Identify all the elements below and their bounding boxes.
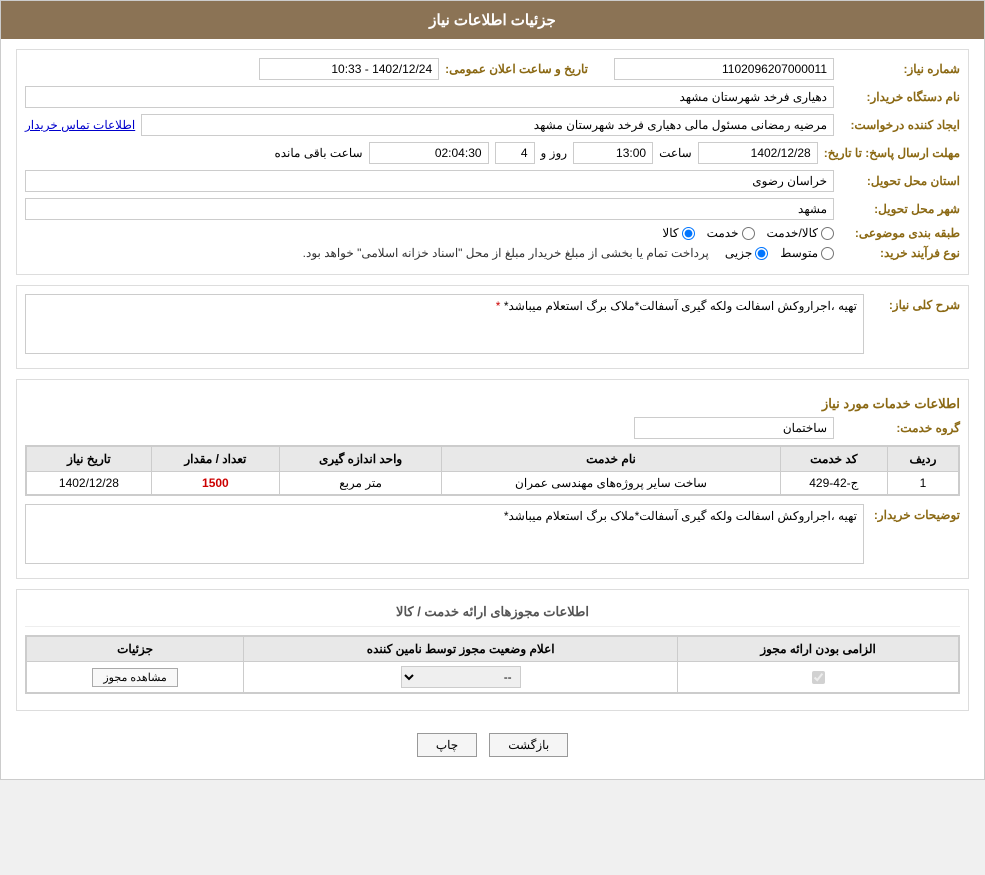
radio-kala-khadamat-input[interactable] [821, 227, 834, 240]
back-button[interactable]: بازگشت [489, 733, 568, 757]
licenses-title: اطلاعات مجوزهای ارائه خدمت / کالا [25, 598, 960, 627]
creator-value: مرضیه رمضانی مسئول مالی دهیاری فرخد شهرس… [141, 114, 834, 136]
row-creator: ایجاد کننده درخواست: مرضیه رمضانی مسئول … [25, 114, 960, 136]
col-status: اعلام وضعیت مجوز توسط نامین کننده [244, 637, 678, 662]
buyer-desc-content: تهیه ،اجراروکش اسفالت ولکه گیری آسفالت*م… [25, 504, 864, 564]
group-value: ساختمان [634, 417, 834, 439]
radio-jozi[interactable]: جزیی [725, 246, 768, 260]
row-deadline: مهلت ارسال پاسخ: تا تاریخ: 1402/12/28 سا… [25, 142, 960, 164]
row-category: طبقه بندی موضوعی: کالا/خدمت خدمت کالا [25, 226, 960, 240]
row-code: ج-42-429 [780, 472, 887, 495]
remaining-label: ساعت باقی مانده [274, 146, 362, 160]
services-table: ردیف کد خدمت نام خدمت واحد اندازه گیری ت… [26, 446, 959, 495]
creator-label: ایجاد کننده درخواست: [840, 118, 960, 132]
radio-kala[interactable]: کالا [662, 226, 694, 240]
col-num: ردیف [887, 447, 958, 472]
licenses-table: الزامی بودن ارائه مجوز اعلام وضعیت مجوز … [26, 636, 959, 693]
purchase-note: پرداخت تمام یا بخشی از مبلغ خریدار مبلغ … [303, 246, 709, 260]
buyer-org-label: نام دستگاه خریدار: [840, 90, 960, 104]
days-label: روز و [541, 146, 568, 160]
view-license-button[interactable]: مشاهده مجوز [92, 668, 177, 687]
city-label: شهر محل تحویل: [840, 202, 960, 216]
main-info-section: شماره نیاز: 1102096207000011 تاریخ و ساع… [16, 49, 969, 275]
need-number-label: شماره نیاز: [840, 62, 960, 76]
radio-motawaset-input[interactable] [821, 247, 834, 260]
col-required: الزامی بودن ارائه مجوز [678, 637, 959, 662]
col-date: تاریخ نیاز [27, 447, 152, 472]
radio-khadamat-input[interactable] [742, 227, 755, 240]
row-unit: متر مربع [279, 472, 441, 495]
province-label: استان محل تحویل: [840, 174, 960, 188]
row-service-name: ساخت سایر پروژه‌های مهندسی عمران [442, 472, 780, 495]
required-checkbox-cell [686, 671, 950, 684]
province-value: خراسان رضوی [25, 170, 834, 192]
city-value: مشهد [25, 198, 834, 220]
status-select[interactable]: -- [401, 666, 521, 688]
group-service-row: گروه خدمت: ساختمان [25, 417, 960, 439]
contact-link[interactable]: اطلاعات تماس خریدار [25, 118, 135, 132]
col-details: جزئیات [27, 637, 244, 662]
licenses-section: اطلاعات مجوزهای ارائه خدمت / کالا الزامی… [16, 589, 969, 711]
buyer-desc-row: توضیحات خریدار: تهیه ،اجراروکش اسفالت ول… [25, 504, 960, 564]
row-date: 1402/12/28 [27, 472, 152, 495]
deadline-label: مهلت ارسال پاسخ: تا تاریخ: [824, 146, 960, 160]
footer-buttons: بازگشت چاپ [16, 721, 969, 769]
date-label: تاریخ و ساعت اعلان عمومی: [445, 62, 588, 76]
main-content: AnaT ender.net شماره نیاز: 1102096207000… [1, 39, 984, 779]
radio-motawaset[interactable]: متوسط [780, 246, 834, 260]
header-title: جزئیات اطلاعات نیاز [429, 12, 556, 29]
row-num: 1 [887, 472, 958, 495]
row-quantity: 1500 [151, 472, 279, 495]
need-desc-section: شرح کلی نیاز: تهیه ،اجراروکش اسفالت ولکه… [16, 285, 969, 369]
col-qty: تعداد / مقدار [151, 447, 279, 472]
radio-khadamat[interactable]: خدمت [707, 226, 755, 240]
licenses-table-container: الزامی بودن ارائه مجوز اعلام وضعیت مجوز … [25, 635, 960, 694]
content-inner: شماره نیاز: 1102096207000011 تاریخ و ساع… [16, 49, 969, 769]
time-label: ساعت [659, 146, 692, 160]
need-desc-label: شرح کلی نیاز: [870, 294, 960, 312]
buyer-org-value: دهیاری فرخد شهرستان مشهد [25, 86, 834, 108]
days-value: 4 [495, 142, 535, 164]
row-buyer-org: نام دستگاه خریدار: دهیاری فرخد شهرستان م… [25, 86, 960, 108]
col-unit: واحد اندازه گیری [279, 447, 441, 472]
category-label: طبقه بندی موضوعی: [840, 226, 960, 240]
print-button[interactable]: چاپ [417, 733, 477, 757]
need-desc-content: تهیه ،اجراروکش اسفالت ولکه گیری آسفالت*م… [25, 294, 864, 354]
radio-kala-khadamat[interactable]: کالا/خدمت [767, 226, 834, 240]
license-row: -- مشاهده مجوز [27, 662, 959, 693]
row-need-number: شماره نیاز: 1102096207000011 تاریخ و ساع… [25, 58, 960, 80]
radio-kala-input[interactable] [682, 227, 695, 240]
services-title: اطلاعات خدمات مورد نیاز [25, 396, 960, 412]
need-desc-row: شرح کلی نیاز: تهیه ،اجراروکش اسفالت ولکه… [25, 294, 960, 354]
purchase-type-radio-group: متوسط جزیی [725, 246, 834, 260]
date-value: 1402/12/24 - 10:33 [259, 58, 439, 80]
row-purchase-type: نوع فرآیند خرید: متوسط جزیی پرداخت تمام … [25, 246, 960, 260]
need-number-value: 1102096207000011 [614, 58, 834, 80]
deadline-date-value: 1402/12/28 [698, 142, 818, 164]
table-row: 1 ج-42-429 ساخت سایر پروژه‌های مهندسی عم… [27, 472, 959, 495]
deadline-time-value: 13:00 [573, 142, 653, 164]
row-city: شهر محل تحویل: مشهد [25, 198, 960, 220]
category-radio-group: کالا/خدمت خدمت کالا [662, 226, 834, 240]
page-header: جزئیات اطلاعات نیاز [1, 1, 984, 39]
group-label: گروه خدمت: [840, 421, 960, 435]
services-section: اطلاعات خدمات مورد نیاز گروه خدمت: ساختم… [16, 379, 969, 579]
col-code: کد خدمت [780, 447, 887, 472]
page-wrapper: جزئیات اطلاعات نیاز AnaT ender.net شماره… [0, 0, 985, 780]
buyer-desc-label: توضیحات خریدار: [870, 504, 960, 522]
radio-jozi-input[interactable] [755, 247, 768, 260]
services-table-container: ردیف کد خدمت نام خدمت واحد اندازه گیری ت… [25, 445, 960, 496]
remaining-value: 02:04:30 [369, 142, 489, 164]
purchase-type-label: نوع فرآیند خرید: [840, 246, 960, 260]
required-checkbox[interactable] [812, 671, 825, 684]
row-province: استان محل تحویل: خراسان رضوی [25, 170, 960, 192]
col-name: نام خدمت [442, 447, 780, 472]
